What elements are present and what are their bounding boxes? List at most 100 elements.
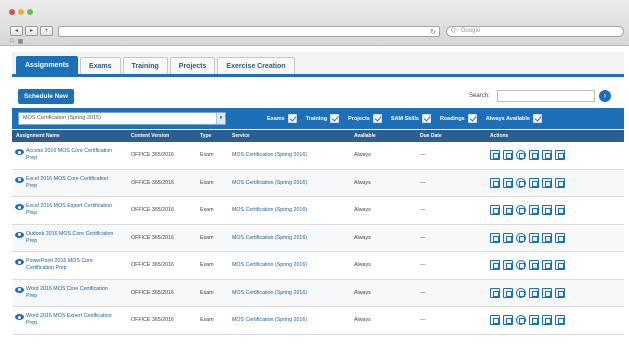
assignment-name-link[interactable]: Excel 2016 MOS Expert Certification Prep [26,203,120,217]
person-icon[interactable] [529,287,539,298]
copy-icon[interactable] [503,150,513,160]
preview-icon[interactable] [516,287,526,298]
copy-icon[interactable] [503,177,513,188]
tab-projects[interactable]: Projects [169,57,216,74]
report-icon[interactable] [542,150,552,160]
search-go-button[interactable]: › [599,90,611,102]
report-icon[interactable] [542,177,552,188]
filter-label: SAM Skills [390,115,419,122]
preview-icon[interactable] [516,260,526,270]
person-icon[interactable] [529,260,539,270]
minimize-window-button[interactable] [18,9,24,15]
availability: Always [354,317,371,323]
preview-eye-icon[interactable] [15,176,24,183]
table-row: Excel 2016 MOS Expert Certification Prep… [12,197,624,225]
report-icon[interactable] [542,315,552,325]
person-icon[interactable] [529,315,539,325]
preview-icon[interactable] [516,150,526,160]
preview-icon[interactable] [516,205,526,215]
reading-list-icon[interactable]: □ [10,38,14,45]
calendar-icon[interactable] [555,232,565,243]
copy-icon[interactable] [503,287,513,298]
preview-eye-icon[interactable] [15,149,24,155]
service-select[interactable]: MOS Certification (Spring 2015) ▾ [18,112,226,125]
column-header-type[interactable]: Type [200,133,211,139]
service-name: MOS Certification (Spring 2016) [232,179,308,186]
tab-assignments[interactable]: Assignments [16,56,78,74]
preview-icon[interactable] [516,315,526,325]
report-icon[interactable] [542,232,552,243]
assignment-name-link[interactable]: Word 2016 MOS Expert Certification Prep [26,313,120,327]
checkbox[interactable] [421,114,431,123]
person-icon[interactable] [529,177,539,188]
zoom-window-button[interactable] [27,9,33,15]
tab-training[interactable]: Training [122,57,168,74]
filter-training[interactable]: Training [306,114,340,123]
report-icon[interactable] [542,260,552,270]
preview-eye-icon[interactable] [15,204,24,210]
edit-icon[interactable] [490,315,500,325]
preview-icon[interactable] [516,177,526,188]
assignment-name-link[interactable]: Outlook 2016 MOS Core Certification Prep [26,231,120,245]
tab-exercise-creation[interactable]: Exercise Creation [217,57,295,74]
column-header-service[interactable]: Service [232,133,250,139]
copy-icon[interactable] [503,205,513,215]
calendar-icon[interactable] [555,150,565,160]
column-header-name[interactable]: Assignment Name [16,133,60,139]
calendar-icon[interactable] [555,287,565,298]
edit-icon[interactable] [490,287,500,298]
edit-icon[interactable] [490,177,500,188]
reload-icon[interactable]: ↻ [430,28,436,36]
column-header-available[interactable]: Available [354,133,376,139]
preview-eye-icon[interactable] [15,231,24,238]
search-input[interactable] [497,90,595,102]
filter-readings[interactable]: Readings [440,114,477,123]
tab-exams[interactable]: Exams [79,57,121,74]
column-header-version[interactable]: Content Version [131,133,169,139]
preview-icon[interactable] [516,232,526,243]
assignment-name-link[interactable]: Excel 2016 MOS Core Certification Prep [26,176,120,190]
assignment-name-link[interactable]: PowerPoint 2016 MOS Core Certification P… [26,258,120,272]
filter-sam-skills[interactable]: SAM Skills [391,114,431,123]
assignment-name-link[interactable]: Access 2016 MOS Core Certification Prep [26,148,120,162]
copy-icon[interactable] [503,260,513,270]
preview-eye-icon[interactable] [15,259,24,265]
person-icon[interactable] [529,205,539,215]
copy-icon[interactable] [503,232,513,243]
preview-eye-icon[interactable] [15,286,24,293]
edit-icon[interactable] [490,260,500,270]
checkbox[interactable] [372,114,382,123]
person-icon[interactable] [529,232,539,243]
report-icon[interactable] [542,205,552,215]
top-sites-icon[interactable]: ▦ [18,38,24,45]
preview-eye-icon[interactable] [15,314,24,320]
chevron-down-icon[interactable]: ▾ [216,113,225,124]
browser-search-field[interactable]: Q~ Google [446,26,624,37]
edit-icon[interactable] [490,150,500,160]
add-bookmark-button[interactable]: + [40,26,53,36]
calendar-icon[interactable] [555,315,565,325]
schedule-new-button[interactable]: Schedule New [18,89,75,104]
address-bar[interactable]: ↻ [58,26,440,37]
checkbox[interactable] [532,114,542,123]
checkbox[interactable] [287,114,297,123]
close-window-button[interactable] [9,9,15,15]
filter-projects[interactable]: Projects [348,114,382,123]
checkbox[interactable] [467,114,477,123]
back-button[interactable]: ◂ [10,26,23,36]
checkbox[interactable] [330,114,340,123]
service-name: MOS Certification (Spring 2016) [232,317,308,323]
edit-icon[interactable] [490,205,500,215]
edit-icon[interactable] [490,232,500,243]
report-icon[interactable] [542,287,552,298]
copy-icon[interactable] [503,315,513,325]
column-header-due-date[interactable]: Due Date [420,133,442,139]
calendar-icon[interactable] [555,260,565,270]
filter-always-available[interactable]: Always Available [486,114,542,123]
calendar-icon[interactable] [555,205,565,215]
filter-exams[interactable]: Exams [267,114,297,123]
calendar-icon[interactable] [555,177,565,188]
assignment-name-link[interactable]: Word 2016 MOS Core Certification Prep [26,286,120,300]
person-icon[interactable] [529,150,539,160]
forward-button[interactable]: ▸ [25,26,38,36]
